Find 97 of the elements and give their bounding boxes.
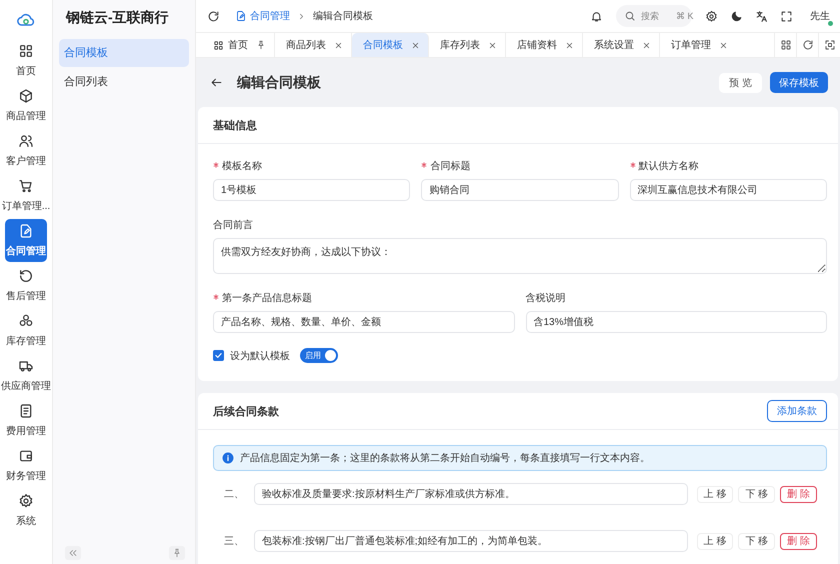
add-clause-button[interactable]: 添加条款 — [767, 400, 827, 422]
text-area[interactable]: 供需双方经友好协商，达成以下协议： — [213, 238, 827, 274]
submenu-item[interactable]: 合同模板 — [59, 39, 189, 67]
nav-item[interactable]: 库存管理 — [5, 309, 47, 352]
pin-icon — [256, 40, 266, 50]
double-chevron-left-icon — [68, 548, 78, 558]
focus-icon — [824, 39, 836, 51]
section-title: 基础信息 — [213, 118, 257, 132]
chevron-right-icon — [297, 12, 306, 20]
shortcut-hint: ⌘ K — [676, 10, 694, 22]
clause-number: 三、 — [224, 535, 245, 548]
preview-button[interactable]: 预 览 — [719, 72, 762, 92]
move-button[interactable]: 下 移 — [738, 532, 776, 550]
grid-icon — [213, 40, 224, 50]
tab[interactable]: 系统设置 — [583, 33, 660, 57]
notice-text: 产品信息固定为第一条；这里的条款将从第二条开始自动编号，每条直接填写一行文本内容。 — [240, 452, 650, 465]
clause-input[interactable]: 验收标准及质量要求:按原材料生产厂家标准或供方标准。 — [254, 483, 688, 505]
collapse-button[interactable] — [65, 546, 81, 560]
bell-icon — [590, 10, 603, 22]
info-icon — [222, 452, 234, 464]
nav-item[interactable]: 商品管理 — [5, 84, 47, 127]
nav-item[interactable]: 系统 — [5, 489, 47, 532]
close-icon — [642, 40, 651, 50]
check-icon — [214, 351, 223, 360]
save-button[interactable]: 保存模板 — [770, 72, 828, 93]
tab[interactable]: 合同模板 — [352, 33, 429, 57]
tab[interactable]: 订单管理 — [660, 33, 736, 57]
document-list-icon — [18, 403, 34, 419]
wallet-icon — [18, 448, 34, 464]
settings-icon — [705, 10, 718, 22]
asterisk-icon — [213, 162, 219, 168]
close-icon — [334, 40, 343, 50]
nav-item[interactable]: 合同管理 — [5, 219, 47, 262]
toggle-switch[interactable]: 启用 — [300, 348, 338, 363]
input-field[interactable]: 含13%增值税 — [526, 311, 827, 333]
close-icon — [488, 40, 497, 50]
fullscreen-icon — [780, 10, 793, 22]
asterisk-icon — [630, 162, 636, 168]
delete-button[interactable]: 删 除 — [780, 486, 817, 502]
delete-button[interactable]: 删 除 — [780, 532, 817, 550]
close-icon — [565, 40, 574, 50]
grid-icon — [780, 39, 792, 51]
field-label: 默认供方名称 — [638, 160, 699, 173]
clause-number: 二、 — [224, 488, 245, 501]
users-icon — [18, 133, 34, 149]
clause-input[interactable]: 包装标准:按钢厂出厂普通包装标准;如经有加工的，为简单包装。 — [254, 530, 688, 552]
input-field[interactable]: 深圳互赢信息技术有限公司 — [630, 179, 827, 201]
asterisk-icon — [213, 294, 219, 300]
field-label: 合同标题 — [430, 160, 470, 173]
search-field[interactable]: 搜索 — [641, 11, 671, 21]
input-field[interactable]: 产品名称、规格、数量、单价、金额 — [213, 311, 514, 333]
document-edit-icon — [18, 223, 34, 239]
settings-icon — [18, 493, 34, 509]
breadcrumb-link[interactable]: 合同管理 — [235, 9, 290, 23]
pin-icon — [172, 548, 182, 558]
close-icon — [719, 40, 728, 50]
undo-icon — [18, 268, 34, 284]
user-avatar[interactable]: 先生 — [808, 6, 832, 26]
app-title: 钢链云-互联商行 — [64, 8, 170, 27]
document-edit-icon — [235, 10, 247, 22]
refresh-icon — [802, 39, 814, 51]
checkbox-label: 设为默认模板 — [230, 350, 290, 362]
input-field[interactable]: 购销合同 — [421, 179, 619, 201]
moon-icon — [730, 10, 743, 22]
grid-icon — [18, 43, 34, 59]
move-button[interactable]: 上 移 — [696, 486, 734, 502]
close-icon — [411, 40, 420, 50]
move-button[interactable]: 下 移 — [738, 486, 776, 502]
tab[interactable]: 库存列表 — [429, 33, 506, 57]
submenu-item[interactable]: 合同列表 — [59, 68, 189, 96]
translate-icon — [755, 10, 768, 22]
nav-item[interactable]: 财务管理 — [5, 444, 47, 487]
box-icon — [18, 88, 34, 104]
refresh-icon — [207, 10, 220, 22]
page-title: 编辑合同模板 — [237, 74, 321, 92]
field-label: 合同前言 — [213, 218, 253, 232]
nav-item[interactable]: 客户管理 — [5, 129, 47, 172]
breadcrumb-current: 编辑合同模板 — [313, 10, 373, 23]
field-label: 第一条产品信息标题 — [222, 292, 312, 305]
field-label: 含税说明 — [526, 292, 566, 305]
online-status-icon — [828, 21, 833, 26]
nav-item[interactable]: 售后管理 — [5, 264, 47, 307]
section-title: 后续合同条款 — [213, 404, 279, 418]
tab[interactable]: 店铺资料 — [506, 33, 583, 57]
move-button[interactable]: 上 移 — [696, 532, 734, 550]
cart-icon — [18, 178, 34, 194]
tab[interactable]: 首页 — [202, 33, 275, 57]
search-icon — [624, 10, 636, 22]
pin-button[interactable] — [169, 546, 185, 560]
input-field[interactable]: 1号模板 — [213, 179, 410, 201]
nav-item[interactable]: 费用管理 — [5, 399, 47, 442]
asterisk-icon — [421, 162, 428, 168]
checkbox[interactable] — [213, 350, 224, 361]
nav-item[interactable]: 首页 — [5, 39, 47, 82]
stack-icon — [18, 313, 34, 329]
arrow-left-icon — [210, 76, 223, 89]
field-label: 模板名称 — [222, 160, 262, 173]
